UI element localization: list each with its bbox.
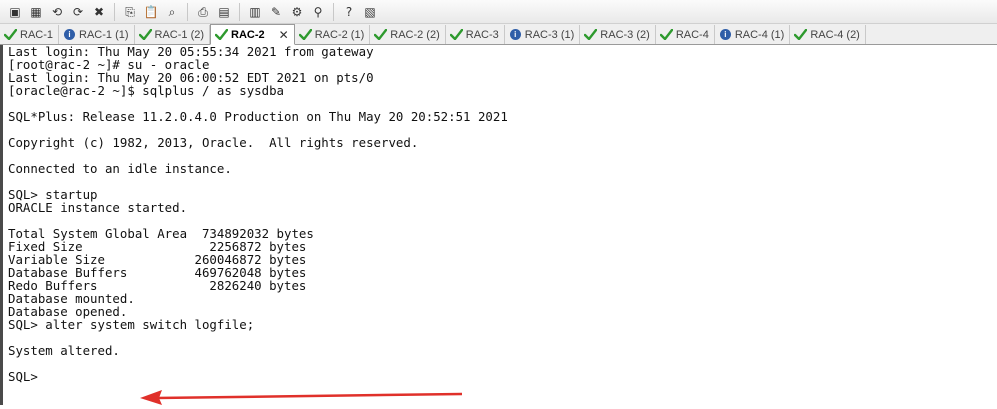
screen-icon[interactable]: ▧ — [361, 3, 379, 21]
toolbar-separator — [114, 2, 115, 21]
connected-check-icon — [298, 28, 312, 41]
tab-rac-4-1[interactable]: i RAC-4 (1) — [715, 25, 791, 44]
connected-check-icon — [794, 28, 808, 41]
toolbar-separator — [333, 2, 334, 21]
arrow-head — [140, 390, 162, 405]
tab-rac-3[interactable]: RAC-3 — [446, 25, 505, 44]
tab-rac-4[interactable]: RAC-4 — [656, 25, 715, 44]
tab-rac-4-2[interactable]: RAC-4 (2) — [790, 25, 866, 44]
connected-check-icon — [4, 28, 17, 41]
help-icon[interactable]: ? — [340, 3, 358, 21]
log-icon[interactable]: ▥ — [246, 3, 264, 21]
tab-label: RAC-3 (2) — [600, 28, 650, 41]
tab-label: RAC-2 (2) — [390, 28, 440, 41]
disconnect-icon[interactable]: ✖ — [90, 3, 108, 21]
terminal-line: Connected to an idle instance. — [8, 161, 232, 176]
tab-rac-3-2[interactable]: RAC-3 (2) — [580, 25, 656, 44]
terminal-pane[interactable]: Last login: Thu May 20 05:55:34 2021 fro… — [0, 45, 997, 405]
terminal-line: SQL> — [8, 369, 38, 384]
tab-label: RAC-1 (1) — [79, 28, 129, 41]
info-icon: i — [63, 28, 76, 41]
toolbar: ▣ ▦ ⟲ ⟳ ✖ ⎘ 📋 ⌕ ⎙ ▤ ▥ ✎ ⚙ ⚲? ▧ — [0, 0, 997, 24]
tab-rac-2-1[interactable]: RAC-2 (1) — [295, 25, 371, 44]
terminal-line: System altered. — [8, 343, 120, 358]
terminal-line: ORACLE instance started. — [8, 200, 188, 215]
keymap-icon[interactable]: ⚲ — [309, 3, 327, 21]
session-tab-bar: RAC-1 i RAC-1 (1) RAC-1 (2) RAC-2 ✕ RAC-2 (1) R… — [0, 24, 997, 45]
info-icon: i — [719, 28, 732, 41]
tab-label: RAC-2 (1) — [314, 28, 365, 41]
open-session-icon[interactable]: ▦ — [27, 3, 45, 21]
reconnect-all-icon[interactable]: ⟳ — [69, 3, 87, 21]
tab-rac-1-2[interactable]: RAC-1 (2) — [135, 25, 211, 44]
connected-check-icon — [584, 28, 598, 41]
tab-label: RAC-4 (2) — [810, 28, 860, 41]
connected-check-icon — [215, 28, 229, 41]
find-icon[interactable]: ⌕ — [163, 3, 181, 21]
tab-label: RAC-1 — [20, 28, 54, 41]
copy-icon[interactable]: ⎘ — [121, 3, 139, 21]
print-setup-icon[interactable]: ▤ — [215, 3, 233, 21]
paste-icon[interactable]: 📋 — [142, 3, 160, 21]
reconnect-icon[interactable]: ⟲ — [48, 3, 66, 21]
terminal-line: [oracle@rac-2 ~]$ sqlplus / as sysdba — [8, 83, 285, 98]
terminal-line: SQL*Plus: Release 11.2.0.4.0 Production … — [8, 109, 508, 124]
tab-label: RAC-2 — [231, 28, 265, 41]
connected-check-icon — [374, 28, 388, 41]
tab-rac-1-1[interactable]: i RAC-1 (1) — [59, 25, 135, 44]
tab-label: RAC-4 (1) — [734, 28, 785, 41]
print-icon[interactable]: ⎙ — [194, 3, 212, 21]
info-icon: i — [509, 28, 522, 41]
tab-rac-2[interactable]: RAC-2 ✕ — [210, 24, 295, 45]
new-session-icon[interactable]: ▣ — [6, 3, 24, 21]
tab-label: RAC-3 (1) — [524, 28, 575, 41]
global-options-icon[interactable]: ⚙ — [288, 3, 306, 21]
connected-check-icon — [449, 28, 463, 41]
tab-close-icon[interactable]: ✕ — [279, 28, 289, 42]
toolbar-separator — [187, 2, 188, 21]
tab-label: RAC-1 (2) — [154, 28, 205, 41]
tab-rac-3-1[interactable]: i RAC-3 (1) — [505, 25, 581, 44]
arrow-shaft — [155, 392, 463, 400]
terminal-line: Copyright (c) 1982, 2013, Oracle. All ri… — [8, 135, 419, 150]
session-options-icon[interactable]: ✎ — [267, 3, 285, 21]
connected-check-icon — [138, 28, 152, 41]
tab-label: RAC-3 — [465, 28, 499, 41]
terminal-output: Last login: Thu May 20 05:55:34 2021 fro… — [8, 45, 508, 383]
red-arrow-annotation — [140, 390, 463, 405]
tab-label: RAC-4 — [675, 28, 709, 41]
connected-check-icon — [659, 28, 673, 41]
toolbar-separator — [239, 2, 240, 21]
tab-rac-2-2[interactable]: RAC-2 (2) — [370, 25, 446, 44]
terminal-line: SQL> alter system switch logfile; — [8, 317, 255, 332]
tab-rac-1[interactable]: RAC-1 — [0, 25, 60, 44]
